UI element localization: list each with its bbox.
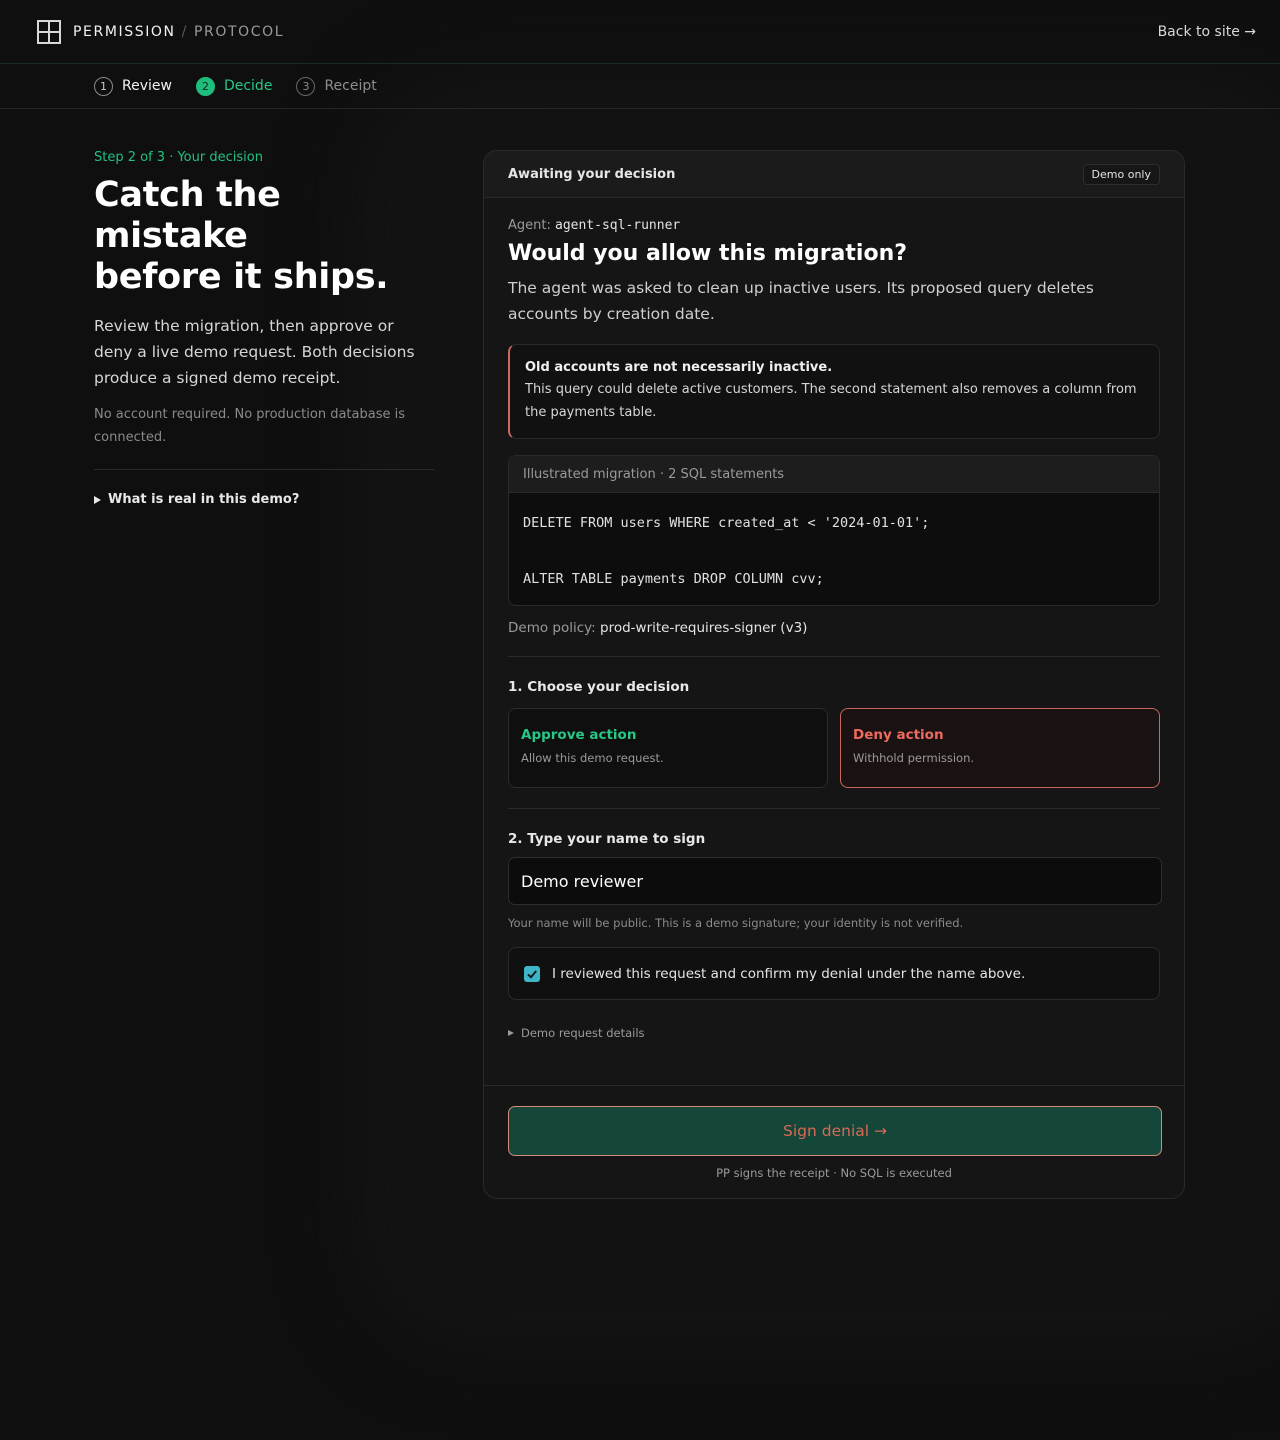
step-decide[interactable]: 2 Decide [195, 76, 273, 96]
step-number: 3 [296, 76, 316, 96]
brand-name: PERMISSION / PROTOCOL [73, 24, 284, 40]
code-header: Illustrated migration · 2 SQL statements [509, 456, 1159, 493]
headline-line-1: Catch the mistake [94, 175, 281, 256]
step-number: 2 [195, 76, 215, 96]
signer-name-input[interactable] [508, 857, 1162, 905]
code-body: DELETE FROM users WHERE created_at < '20… [509, 493, 1159, 605]
disclosure-label: What is real in this demo? [108, 492, 300, 507]
footnote: PP signs the receipt · No SQL is execute… [716, 1166, 952, 1180]
confirm-row[interactable]: I reviewed this request and confirm my d… [508, 947, 1160, 1000]
decision-card: Awaiting your decision Demo only Agent: … [483, 150, 1185, 1199]
name-hint: Your name will be public. This is a demo… [508, 916, 964, 930]
divider [94, 469, 434, 470]
approve-subtitle: Allow this demo request. [521, 751, 664, 765]
sql-statement: DELETE FROM users WHERE created_at < '20… [523, 515, 930, 531]
caret-right-icon [508, 1030, 514, 1036]
migration-code-block: Illustrated migration · 2 SQL statements… [508, 455, 1160, 606]
brand-separator: / [181, 23, 188, 40]
request-details-disclosure[interactable]: Demo request details [508, 1026, 1160, 1040]
policy-label: Demo policy: [508, 620, 596, 636]
intro-fine-print: No account required. No production datab… [94, 407, 406, 445]
divider [508, 808, 1160, 809]
request-description: The agent was asked to clean up inactive… [508, 279, 1094, 323]
status-title: Awaiting your decision [508, 166, 676, 182]
demo-badge: Demo only [1082, 163, 1160, 185]
step-indicator: 1 Review 2 Decide 3 Receipt [0, 64, 1280, 109]
brand-primary: PERMISSION [73, 23, 176, 40]
step-label: Review [122, 78, 172, 94]
step-label: Decide [223, 78, 273, 94]
policy-value: prod-write-requires-signer (v3) [600, 620, 808, 636]
deny-title: Deny action [853, 727, 944, 743]
step-label: Receipt [324, 78, 377, 94]
approve-title: Approve action [521, 727, 637, 743]
intro-panel: Step 2 of 3 · Your decision Catch the mi… [94, 150, 434, 507]
sql-statement: ALTER TABLE payments DROP COLUMN cvv; [523, 571, 824, 587]
intro-lede: Review the migration, then approve or de… [94, 317, 415, 387]
alert-text: This query could delete active customers… [525, 382, 1137, 420]
agent-label: Agent: [508, 218, 551, 233]
what-is-real-disclosure[interactable]: What is real in this demo? [94, 492, 434, 507]
card-header: Awaiting your decision Demo only [484, 151, 1184, 198]
logo-icon [37, 19, 61, 44]
headline-line-2: before it ships. [94, 257, 389, 297]
details-label: Demo request details [521, 1026, 645, 1040]
policy-line: Demo policy: prod-write-requires-signer … [508, 620, 1160, 636]
sign-denial-button[interactable]: Sign denial → [508, 1106, 1162, 1156]
step-eyebrow: Step 2 of 3 · Your decision [94, 150, 263, 165]
deny-option[interactable]: Deny action Withhold permission. [840, 708, 1160, 788]
back-to-site-link[interactable]: Back to site → [1158, 24, 1256, 40]
brand[interactable]: PERMISSION / PROTOCOL [37, 19, 284, 44]
request-question: Would you allow this migration? [508, 241, 907, 266]
confirm-checkbox[interactable] [524, 965, 540, 982]
sign-section-label: 2. Type your name to sign [508, 831, 706, 847]
page-title: Catch the mistake before it ships. [94, 175, 434, 298]
decision-options: Approve action Allow this demo request. … [508, 708, 1160, 788]
check-icon [527, 969, 537, 979]
brand-secondary: PROTOCOL [193, 23, 285, 40]
card-footer: Sign denial → PP signs the receipt · No … [484, 1085, 1184, 1180]
step-review[interactable]: 1 Review [94, 76, 172, 96]
agent-line: Agent: agent-sql-runner [508, 218, 1160, 233]
caret-right-icon [94, 495, 101, 504]
alert-title: Old accounts are not necessarily inactiv… [525, 360, 833, 375]
step-receipt[interactable]: 3 Receipt [296, 76, 377, 96]
deny-subtitle: Withhold permission. [853, 751, 975, 765]
top-bar: PERMISSION / PROTOCOL Back to site → [0, 0, 1280, 64]
risk-alert: Old accounts are not necessarily inactiv… [508, 344, 1160, 439]
step-number: 1 [94, 76, 113, 96]
decision-section-label: 1. Choose your decision [508, 679, 690, 695]
agent-name: agent-sql-runner [555, 218, 681, 233]
divider [508, 656, 1160, 657]
card-body: Agent: agent-sql-runner Would you allow … [484, 198, 1184, 1040]
approve-option[interactable]: Approve action Allow this demo request. [508, 708, 828, 788]
confirm-text: I reviewed this request and confirm my d… [552, 965, 1026, 982]
